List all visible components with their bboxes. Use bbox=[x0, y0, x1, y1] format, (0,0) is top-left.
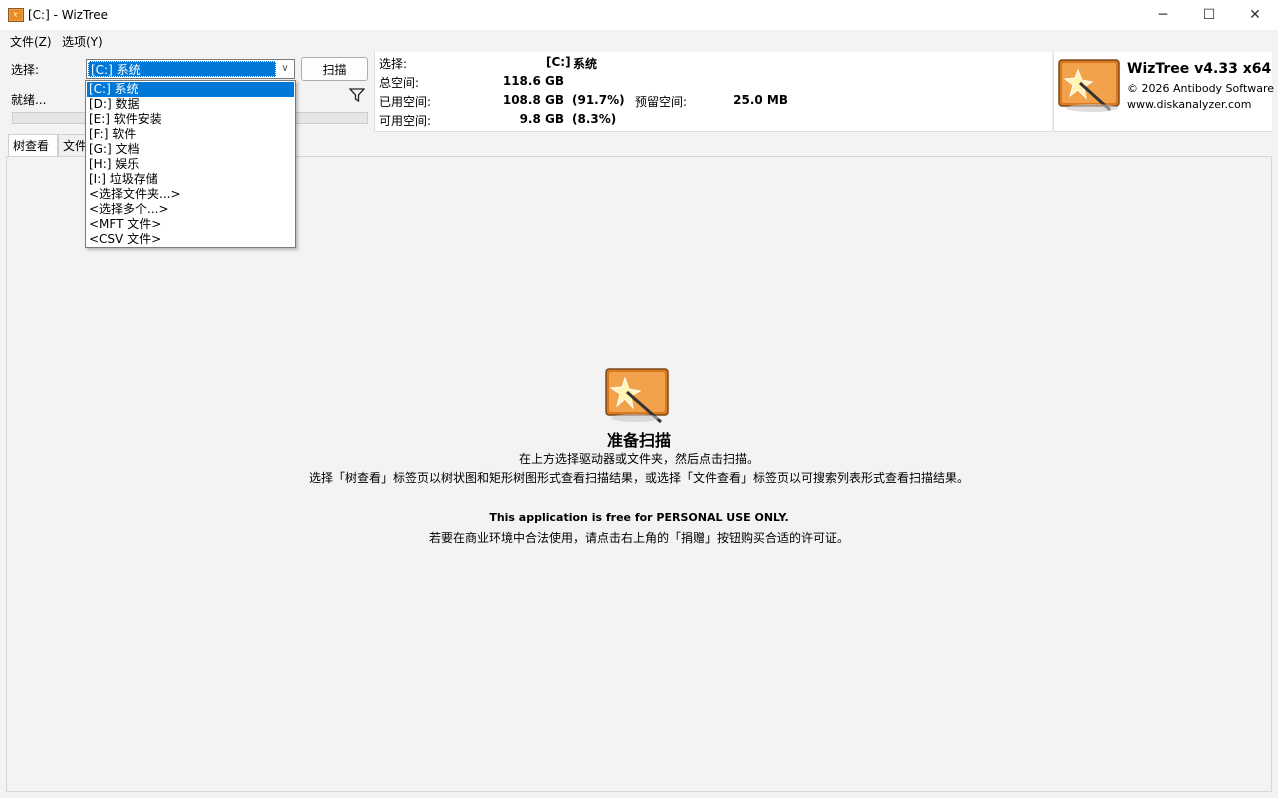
instruction-line-1: 在上方选择驱动器或文件夹，然后点击扫描。 bbox=[518, 452, 759, 466]
dropdown-item-mft-file[interactable]: <MFT 文件> bbox=[87, 217, 294, 232]
license-line: 若要在商业环境中合法使用，请点击右上角的「捐赠」按钮购买合适的许可证。 bbox=[428, 531, 849, 545]
free-space-value: 9.8 GB bbox=[519, 112, 564, 126]
wiztree-logo-icon bbox=[605, 368, 669, 424]
dropdown-item-select-multiple[interactable]: <选择多个...> bbox=[87, 202, 294, 217]
license-notice: This application is free for PERSONAL US… bbox=[489, 511, 789, 524]
dropdown-item-h[interactable]: [H:] 娱乐 bbox=[87, 157, 294, 172]
reserved-space-value: 25.0 MB bbox=[733, 93, 788, 107]
menu-file[interactable]: 文件(Z) bbox=[10, 33, 52, 50]
dropdown-item-c[interactable]: [C:] 系统 bbox=[87, 82, 294, 97]
menu-options[interactable]: 选项(Y) bbox=[62, 33, 103, 50]
tab-tree-view[interactable]: 树查看 bbox=[8, 134, 58, 156]
minimize-button[interactable]: ─ bbox=[1140, 0, 1186, 30]
free-space-label: 可用空间: bbox=[379, 114, 432, 128]
drive-info-panel bbox=[374, 52, 1052, 132]
total-space-label: 总空间: bbox=[379, 76, 420, 90]
reserved-space-label: 预留空间: bbox=[635, 95, 688, 109]
title-bar: [C:] - WizTree ─ ☐ ✕ bbox=[0, 0, 1278, 30]
dropdown-item-csv-file[interactable]: <CSV 文件> bbox=[87, 232, 294, 247]
drive-select-value: [C:] 系统 bbox=[88, 61, 276, 77]
product-name: WizTree v4.33 x64 bbox=[1127, 61, 1272, 77]
chevron-down-icon[interactable]: ∨ bbox=[278, 61, 292, 77]
select-label: 选择: bbox=[11, 63, 40, 77]
drive-select[interactable]: [C:] 系统 ∨ bbox=[86, 59, 295, 79]
used-space-value: 108.8 GB bbox=[502, 93, 564, 107]
dropdown-item-g[interactable]: [G:] 文档 bbox=[87, 142, 294, 157]
status-text: 就绪... bbox=[11, 93, 47, 107]
menu-bar: 文件(Z) 选项(Y) bbox=[0, 30, 1278, 52]
total-space-value: 118.6 GB bbox=[502, 74, 564, 88]
close-button[interactable]: ✕ bbox=[1232, 0, 1278, 30]
dropdown-item-f[interactable]: [F:] 软件 bbox=[87, 127, 294, 142]
dropdown-item-d[interactable]: [D:] 数据 bbox=[87, 97, 294, 112]
website-link[interactable]: www.diskanalyzer.com bbox=[1127, 98, 1252, 111]
copyright-text: © 2026 Antibody Software bbox=[1127, 82, 1275, 95]
window-title: [C:] - WizTree bbox=[28, 8, 108, 22]
used-space-label: 已用空间: bbox=[379, 95, 432, 109]
free-space-percent: (8.3%) bbox=[572, 112, 617, 126]
used-space-percent: (91.7%) bbox=[572, 93, 625, 107]
dropdown-item-e[interactable]: [E:] 软件安装 bbox=[87, 112, 294, 127]
instruction-line-2: 选择「树查看」标签页以树状图和矩形树图形式查看扫描结果，或选择「文件查看」标签页… bbox=[308, 471, 969, 485]
info-drive-letter: [C:] bbox=[546, 55, 571, 69]
dropdown-item-i[interactable]: [I:] 垃圾存储 bbox=[87, 172, 294, 187]
wiztree-logo-icon[interactable] bbox=[1058, 56, 1122, 114]
maximize-button[interactable]: ☐ bbox=[1186, 0, 1232, 30]
info-select-label: 选择: bbox=[379, 57, 408, 71]
filter-icon[interactable] bbox=[349, 88, 365, 102]
dropdown-item-select-folder[interactable]: <选择文件夹...> bbox=[87, 187, 294, 202]
scan-button[interactable]: 扫描 bbox=[301, 57, 368, 81]
ready-heading: 准备扫描 bbox=[606, 431, 671, 450]
wiztree-app-icon bbox=[8, 8, 24, 22]
info-drive-name: 系统 bbox=[573, 57, 598, 71]
drive-dropdown-list: [C:] 系统 [D:] 数据 [E:] 软件安装 [F:] 软件 [G:] 文… bbox=[85, 80, 296, 248]
